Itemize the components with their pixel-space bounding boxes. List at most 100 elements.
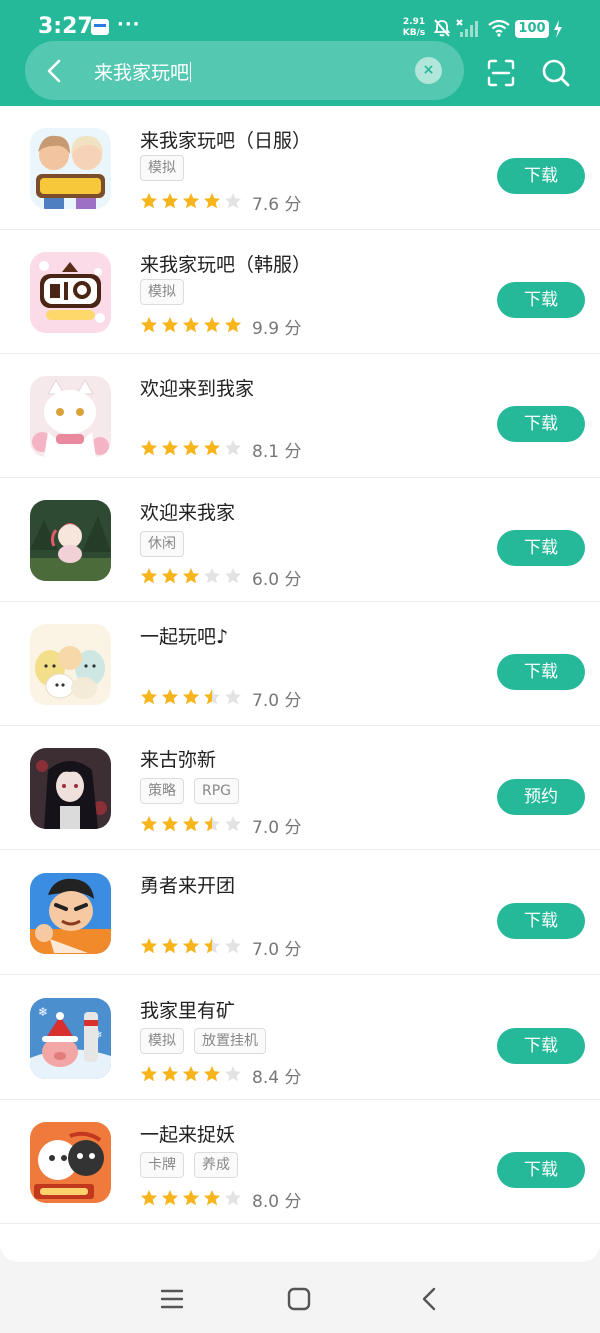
list-item[interactable]: 勇者来开团 7.0 分 下载 [0, 851, 600, 975]
tag[interactable]: 卡牌 [140, 1152, 184, 1178]
app-icon[interactable] [30, 500, 111, 581]
download-button[interactable]: 下载 [497, 530, 585, 566]
app-icon[interactable] [30, 128, 111, 209]
clear-search-button[interactable]: × [415, 57, 442, 84]
tag[interactable]: 模拟 [140, 279, 184, 305]
network-speed: 2.91 KB/s [400, 17, 428, 39]
star-rating [140, 937, 242, 955]
download-button[interactable]: 下载 [497, 158, 585, 194]
star-filled-icon [183, 440, 199, 456]
app-name[interactable]: 来我家玩吧（韩服） [140, 250, 311, 277]
app-icon[interactable] [30, 1122, 111, 1203]
star-filled-icon [141, 193, 157, 209]
star-empty-icon [204, 568, 220, 584]
star-rating [140, 316, 242, 334]
download-button[interactable]: 下载 [497, 282, 585, 318]
charging-icon [554, 20, 562, 38]
scan-icon[interactable] [486, 58, 516, 88]
tag[interactable]: 策略 [140, 778, 184, 804]
search-query-text: 来我家玩吧 [94, 62, 190, 84]
tag[interactable]: 放置挂机 [194, 1028, 266, 1054]
star-filled-icon [204, 1190, 220, 1206]
star-filled-icon [225, 317, 241, 333]
app-tags: 模拟 放置挂机 [140, 1028, 266, 1054]
svg-text:❄: ❄ [38, 1005, 48, 1019]
star-half-icon [204, 816, 220, 832]
network-speed-value: 2.91 [402, 17, 426, 27]
rating-score: 7.0 分 [252, 940, 302, 960]
rating-score: 7.6 分 [252, 195, 302, 215]
list-item[interactable]: 一起玩吧♪ 7.0 分 下载 [0, 602, 600, 726]
tag[interactable]: 养成 [194, 1152, 238, 1178]
app-name[interactable]: 我家里有矿 [140, 996, 235, 1023]
network-speed-unit: KB/s [402, 28, 426, 38]
list-item[interactable]: 欢迎来我家 休闲 6.0 分 下载 [0, 478, 600, 602]
app-tags: 模拟 [140, 155, 184, 181]
rating-score: 8.0 分 [252, 1192, 302, 1212]
star-filled-icon [162, 317, 178, 333]
star-filled-icon [162, 440, 178, 456]
list-item[interactable]: ❄ ❄ 我家里有矿 模拟 放置挂机 8.4 分 下载 [0, 976, 600, 1100]
download-button[interactable]: 下载 [497, 1152, 585, 1188]
app-icon[interactable] [30, 376, 111, 457]
app-icon[interactable] [30, 873, 111, 954]
app-name[interactable]: 欢迎来我家 [140, 498, 235, 525]
signal-icon [456, 19, 478, 37]
star-rating [140, 1065, 242, 1083]
search-input[interactable] [25, 41, 464, 100]
app-tags: 休闲 [140, 531, 184, 557]
star-filled-icon [162, 568, 178, 584]
rating-score: 6.0 分 [252, 570, 302, 590]
star-empty-icon [225, 440, 241, 456]
app-icon[interactable]: ❄ ❄ [30, 998, 111, 1079]
list-item[interactable]: 欢迎来到我家 8.1 分 下载 [0, 354, 600, 478]
app-name[interactable]: 来我家玩吧（日服） [140, 126, 311, 153]
korean-logo-icon [30, 252, 111, 333]
star-filled-icon [141, 317, 157, 333]
app-icon[interactable] [30, 252, 111, 333]
list-item[interactable]: 来古弥新 策略 RPG 7.0 分 预约 [0, 726, 600, 850]
star-filled-icon [183, 1190, 199, 1206]
tag[interactable]: 模拟 [140, 155, 184, 181]
rating-score: 8.4 分 [252, 1068, 302, 1088]
tag[interactable]: 休闲 [140, 531, 184, 557]
app-name[interactable]: 欢迎来到我家 [140, 374, 254, 401]
status-time: 3:27 [38, 14, 93, 39]
star-rating [140, 1189, 242, 1207]
app-icon[interactable] [30, 748, 111, 829]
list-item[interactable]: 来我家玩吧（韩服） 模拟 9.9 分 下载 [0, 230, 600, 354]
list-item[interactable]: 来我家玩吧（日服） 模拟 7.6 分 下载 [0, 106, 600, 230]
download-button[interactable]: 下载 [497, 903, 585, 939]
star-empty-icon [225, 193, 241, 209]
star-filled-icon [162, 193, 178, 209]
nav-back-icon[interactable] [416, 1285, 442, 1313]
anime-couple-icon [30, 128, 111, 209]
app-name[interactable]: 一起来捉妖 [140, 1120, 235, 1147]
back-arrow-icon[interactable] [38, 54, 72, 88]
star-empty-icon [225, 1190, 241, 1206]
search-icon[interactable] [540, 57, 572, 89]
battery-indicator: 100 [515, 20, 549, 38]
rating-score: 8.1 分 [252, 442, 302, 462]
reserve-button[interactable]: 预约 [497, 779, 585, 815]
star-filled-icon [162, 816, 178, 832]
home-icon[interactable] [286, 1286, 312, 1312]
cute-spirits-icon [30, 1122, 111, 1203]
app-name[interactable]: 来古弥新 [140, 745, 216, 772]
search-query[interactable]: 来我家玩吧 [94, 58, 192, 85]
star-empty-icon [225, 816, 241, 832]
list-item[interactable]: 一起来捉妖 卡牌 养成 8.0 分 下载 [0, 1100, 600, 1224]
app-icon[interactable] [30, 624, 111, 705]
star-half-icon [204, 938, 220, 954]
star-filled-icon [183, 317, 199, 333]
download-button[interactable]: 下载 [497, 654, 585, 690]
download-button[interactable]: 下载 [497, 406, 585, 442]
app-name[interactable]: 一起玩吧♪ [140, 622, 228, 649]
tag[interactable]: RPG [194, 778, 240, 804]
download-button[interactable]: 下载 [497, 1028, 585, 1064]
app-name[interactable]: 勇者来开团 [140, 871, 235, 898]
tag[interactable]: 模拟 [140, 1028, 184, 1054]
star-filled-icon [183, 938, 199, 954]
star-filled-icon [141, 568, 157, 584]
menu-icon[interactable] [158, 1286, 186, 1312]
